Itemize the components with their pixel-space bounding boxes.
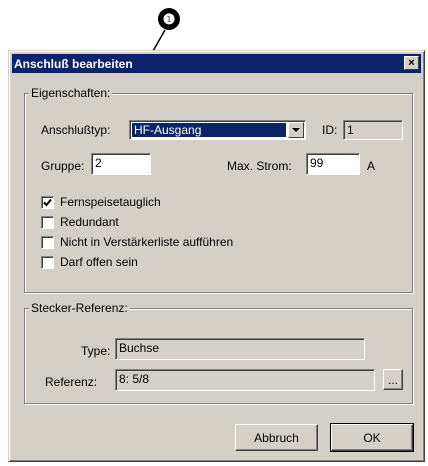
reference-label: Referenz: bbox=[45, 375, 98, 389]
group-label: Gruppe: bbox=[41, 159, 85, 173]
connection-type-label: Anschlußtyp: bbox=[41, 123, 111, 137]
id-field: 1 bbox=[343, 120, 403, 140]
dialog-title: Anschluß bearbeiten bbox=[14, 57, 133, 71]
plug-reference-group-legend: Stecker-Referenz: bbox=[29, 301, 130, 315]
id-label: ID: bbox=[322, 123, 338, 137]
group-input[interactable]: 2 bbox=[91, 153, 151, 175]
checkbox-may-be-open[interactable]: Darf offen sein bbox=[41, 255, 138, 269]
checkbox-redundant-label: Redundant bbox=[60, 215, 119, 229]
browse-reference-button[interactable]: ... bbox=[383, 369, 403, 390]
checkbox-exclude-amplifier-list-label: Nicht in Verstärkerliste aufführen bbox=[60, 235, 234, 249]
edit-connection-dialog: Anschluß bearbeiten × Eigenschaften: Ans… bbox=[8, 50, 425, 462]
close-icon: × bbox=[408, 56, 415, 69]
checkbox-may-be-open-label: Darf offen sein bbox=[60, 255, 138, 269]
max-current-input[interactable]: 99 bbox=[306, 153, 360, 175]
max-current-label: Max. Strom: bbox=[227, 159, 292, 173]
checkbox-exclude-amplifier-list[interactable]: Nicht in Verstärkerliste aufführen bbox=[41, 235, 233, 249]
title-bar[interactable]: Anschluß bearbeiten × bbox=[12, 54, 421, 73]
checkbox-remote-powering-label: Fernspeisetauglich bbox=[60, 195, 161, 209]
checkbox-redundant-box[interactable] bbox=[41, 215, 54, 229]
connection-type-select[interactable]: HF-Ausgang bbox=[129, 120, 306, 140]
properties-group-legend: Eigenschaften: bbox=[29, 86, 113, 100]
checkbox-remote-powering-box[interactable] bbox=[41, 195, 54, 209]
close-button[interactable]: × bbox=[404, 56, 419, 70]
reference-field: 8: 5/8 bbox=[115, 369, 375, 391]
callout-number-badge: ❶ bbox=[158, 8, 180, 30]
ok-button[interactable]: OK bbox=[330, 423, 414, 452]
plug-type-label: Type: bbox=[81, 344, 111, 358]
dropdown-arrow-icon[interactable] bbox=[288, 122, 304, 138]
max-current-unit: A bbox=[367, 159, 376, 173]
checkbox-remote-powering[interactable]: Fernspeisetauglich bbox=[41, 195, 161, 209]
checkbox-redundant[interactable]: Redundant bbox=[41, 215, 119, 229]
checkbox-exclude-amplifier-list-box[interactable] bbox=[41, 235, 54, 249]
connection-type-selected-value: HF-Ausgang bbox=[132, 123, 286, 137]
plug-type-field: Buchse bbox=[115, 338, 365, 360]
checkbox-may-be-open-box[interactable] bbox=[41, 255, 54, 269]
cancel-button[interactable]: Abbruch bbox=[235, 424, 318, 451]
